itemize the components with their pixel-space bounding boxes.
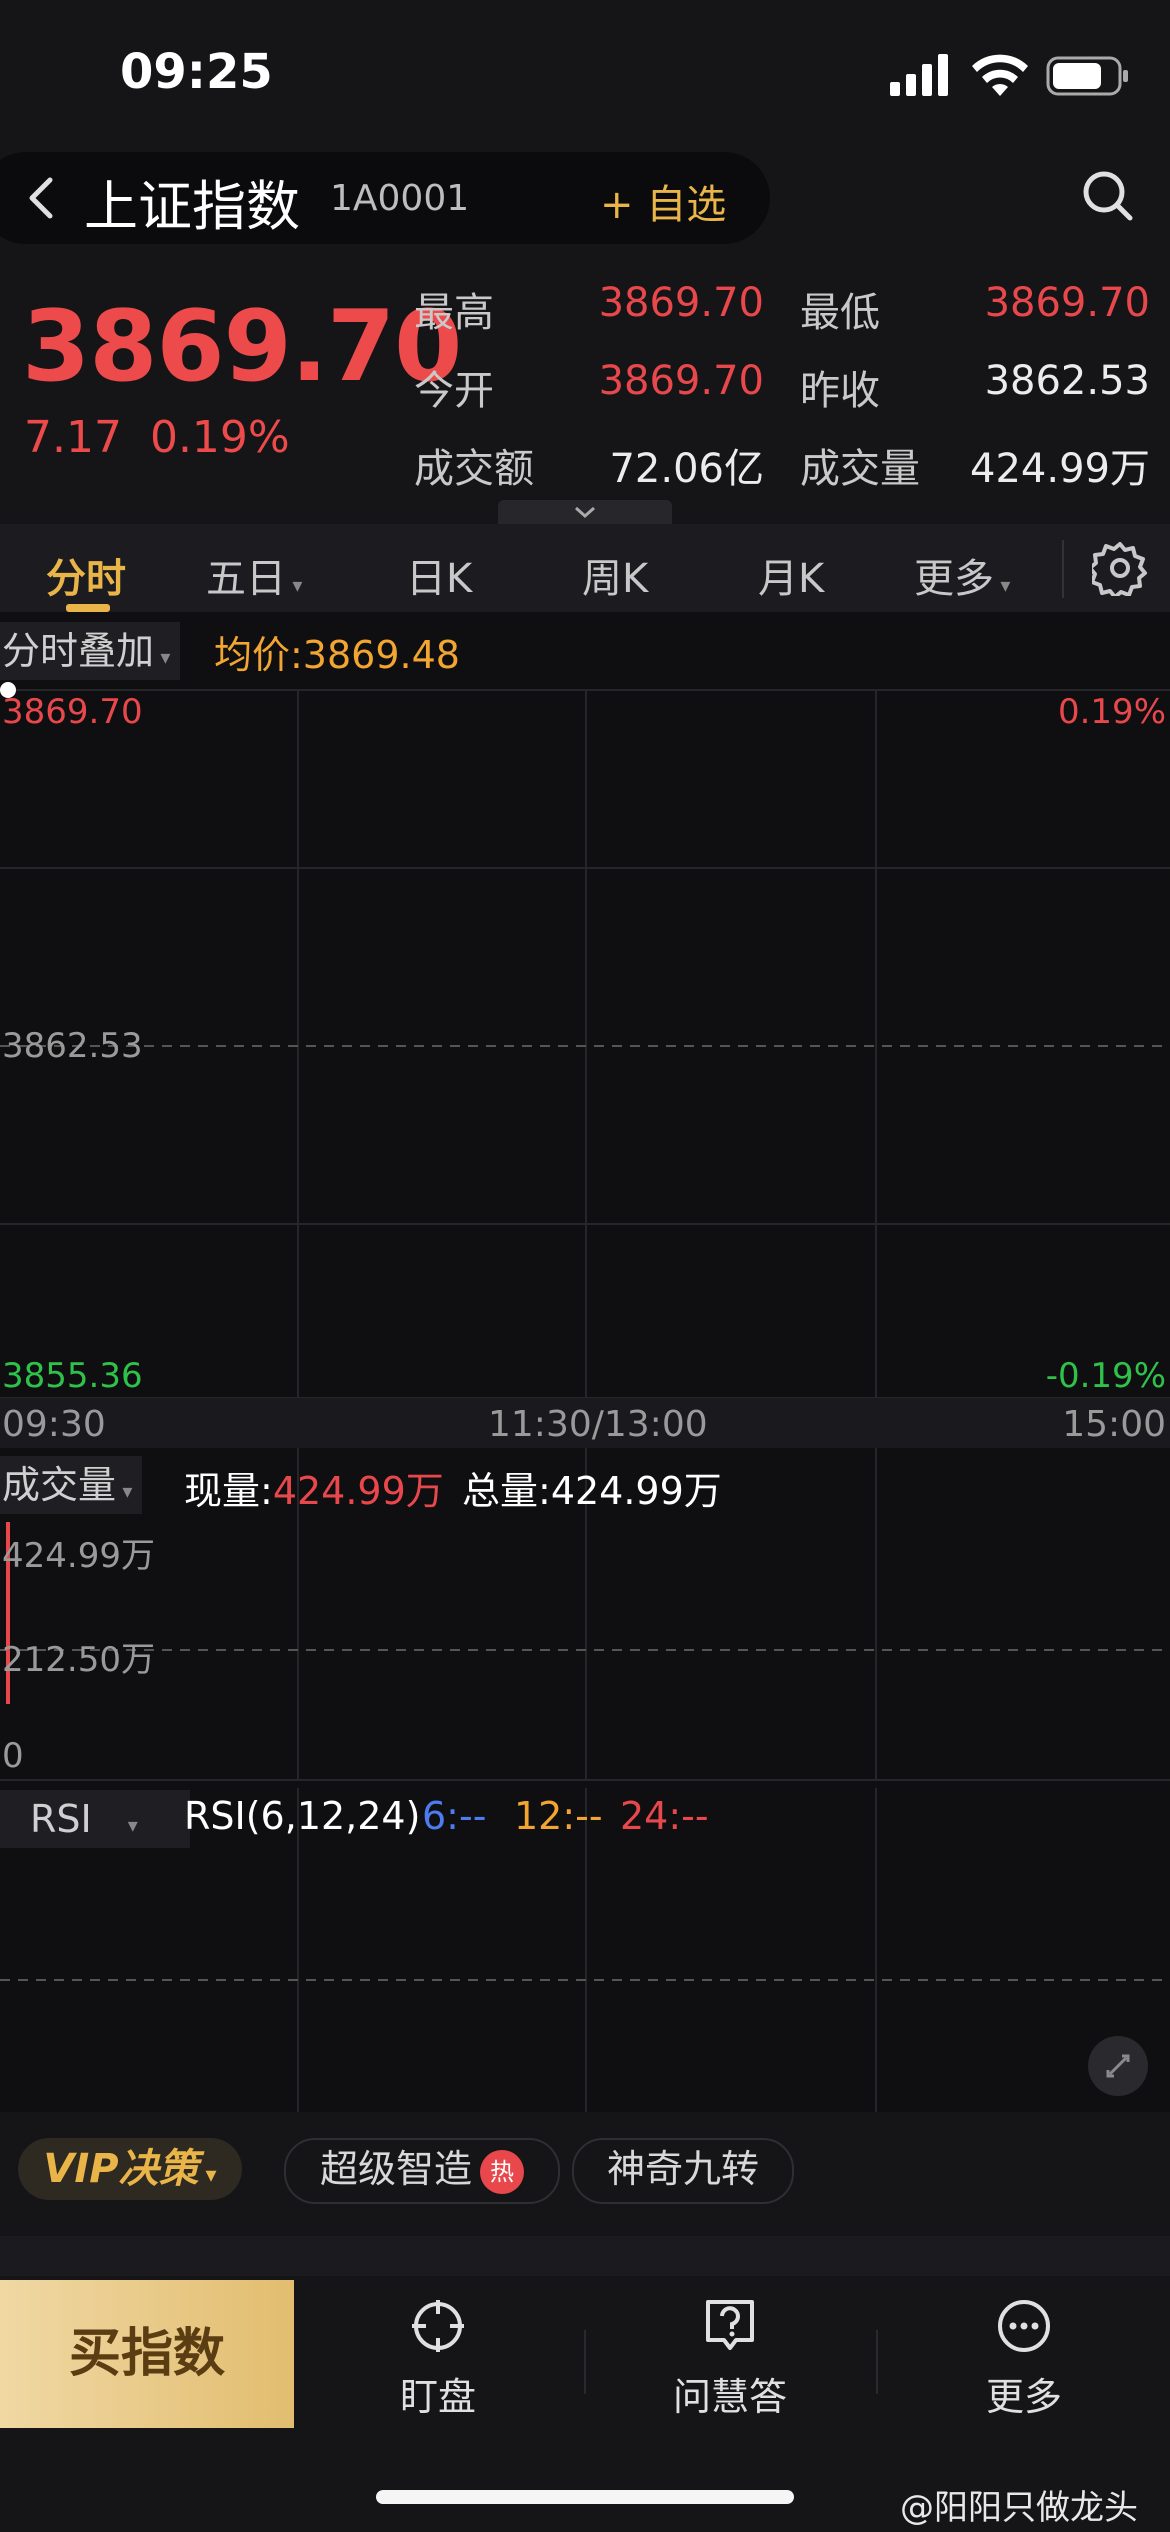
tab-weekly-k[interactable]: 周K [582,546,648,604]
dropdown-caret-icon: ▾ [116,1479,133,1503]
total-volume-value: 424.99万 [550,1469,722,1513]
status-icons [890,54,1128,96]
rsi-12-value: 12:-- [514,1794,603,1838]
stat-value-open: 3869.70 [598,358,764,404]
back-arrow-icon[interactable] [22,172,62,224]
stat-label-turnover: 成交额 [414,446,534,492]
total-volume: 总量:424.99万 [462,1460,722,1515]
change-value: 7.17 [24,412,122,463]
tab-five-day-label: 五日 [206,556,286,602]
tab-active-indicator [66,604,110,612]
index-title: 上证指数 [84,175,300,238]
total-volume-label: 总量: [462,1469,551,1513]
question-bubble-icon [706,2300,754,2350]
stat-value-prev-close: 3862.53 [984,358,1150,404]
super-smart-label: 超级智造 [319,2147,472,2191]
stat-label-prev-close: 昨收 [800,368,880,414]
current-volume-label: 现量: [184,1469,273,1513]
stat-value-high: 3869.70 [598,280,764,326]
gear-icon[interactable] [1092,540,1148,596]
stat-label-high: 最高 [414,290,494,336]
volume-axis-mid: 212.50万 [2,1640,155,1680]
current-price: 3869.70 [22,290,462,404]
nav-watch-button[interactable]: 盯盘 [348,2296,528,2421]
pct-axis-low: -0.19% [1045,1356,1166,1396]
rsi-params: RSI(6,12,24) [184,1794,421,1838]
more-dots-icon [998,2300,1050,2352]
dropdown-caret-icon: ▾ [127,1813,138,1837]
crosshair-icon [412,2300,464,2352]
wifi-icon [972,54,1028,96]
hot-badge: 热 [480,2149,524,2194]
index-code: 1A0001 [330,178,470,219]
overlay-selector[interactable]: 分时叠加 ▾ [0,622,181,680]
tab-divider [1062,540,1064,598]
current-volume-value: 424.99万 [272,1469,444,1513]
home-indicator [376,2490,794,2504]
time-label-close: 15:00 [1062,1404,1166,1445]
stat-label-low: 最低 [800,290,880,336]
current-volume: 现量:424.99万 [184,1460,444,1515]
rsi-label: RSI [30,1797,92,1841]
vip-decision-button[interactable]: VIP决策 ▾ [18,2138,242,2200]
average-price: 均价:3869.48 [214,633,460,677]
watermark: @阳阳只做龙头 [900,2488,1138,2528]
stat-label-volume: 成交量 [800,446,920,492]
nav-more-button[interactable]: 更多 [934,2296,1114,2421]
dropdown-caret-icon: ▾ [994,573,1011,597]
overlay-label: 分时叠加 [2,629,155,673]
nav-qa-label: 问慧答 [672,2375,787,2419]
fullscreen-icon[interactable] [1088,2036,1148,2096]
expand-quote-handle[interactable] [498,500,672,526]
nav-divider [876,2330,878,2394]
price-change: 7.17 0.19% [24,412,290,463]
tab-more[interactable]: 更多 ▾ [914,546,1010,604]
tab-five-day[interactable]: 五日 ▾ [206,546,302,604]
tab-daily-k[interactable]: 日K [406,546,472,604]
chevron-down-icon [575,506,595,519]
pct-axis-high: 0.19% [1057,692,1166,732]
cellular-signal-icon [890,54,948,96]
rsi-24-value: 24:-- [620,1794,709,1838]
volume-axis-top: 424.99万 [2,1536,155,1576]
time-label-noon: 11:30/13:00 [488,1404,708,1445]
volume-selector[interactable]: 成交量 ▾ [0,1456,143,1514]
intraday-grid [0,689,1170,1399]
tab-intraday[interactable]: 分时 [46,546,126,604]
search-icon[interactable] [1080,168,1136,224]
y-axis-high: 3869.70 [2,692,143,732]
status-time: 09:25 [120,44,273,100]
nav-more-label: 更多 [985,2375,1062,2419]
change-percent: 0.19% [149,412,290,463]
time-label-open: 09:30 [2,1404,106,1445]
y-axis-low: 3855.36 [2,1356,143,1396]
super-smart-pill[interactable]: 超级智造热 [284,2138,560,2204]
stat-value-volume: 424.99万 [970,446,1150,492]
volume-axis-zero: 0 [2,1736,24,1776]
buy-index-button[interactable]: 买指数 [0,2280,294,2428]
nav-qa-button[interactable]: 问慧答 [640,2296,820,2421]
nav-watch-label: 盯盘 [399,2375,476,2419]
nav-divider [584,2330,586,2394]
rsi-6-value: 6:-- [422,1794,487,1838]
rsi-selector[interactable]: RSI ▾ [0,1790,190,1848]
stat-value-turnover: 72.06亿 [609,446,764,492]
y-axis-mid: 3862.53 [2,1026,143,1066]
magic-nine-pill[interactable]: 神奇九转 [572,2138,794,2204]
vip-decision-label: VIP决策 [43,2146,199,2192]
dropdown-caret-icon: ▾ [286,573,303,597]
stat-value-low: 3869.70 [984,280,1150,326]
stat-label-open: 今开 [414,368,494,414]
expand-arrows-icon [1106,2054,1130,2078]
add-watchlist-button[interactable]: + 自选 [600,172,726,230]
content-strip [0,2236,1170,2276]
dropdown-caret-icon: ▾ [198,2163,217,2188]
battery-icon [1046,56,1128,96]
chart-grid [0,682,1170,2112]
volume-label: 成交量 [2,1463,117,1507]
dropdown-caret-icon: ▾ [154,645,171,669]
tab-more-label: 更多 [914,556,994,602]
tab-monthly-k[interactable]: 月K [758,546,824,604]
